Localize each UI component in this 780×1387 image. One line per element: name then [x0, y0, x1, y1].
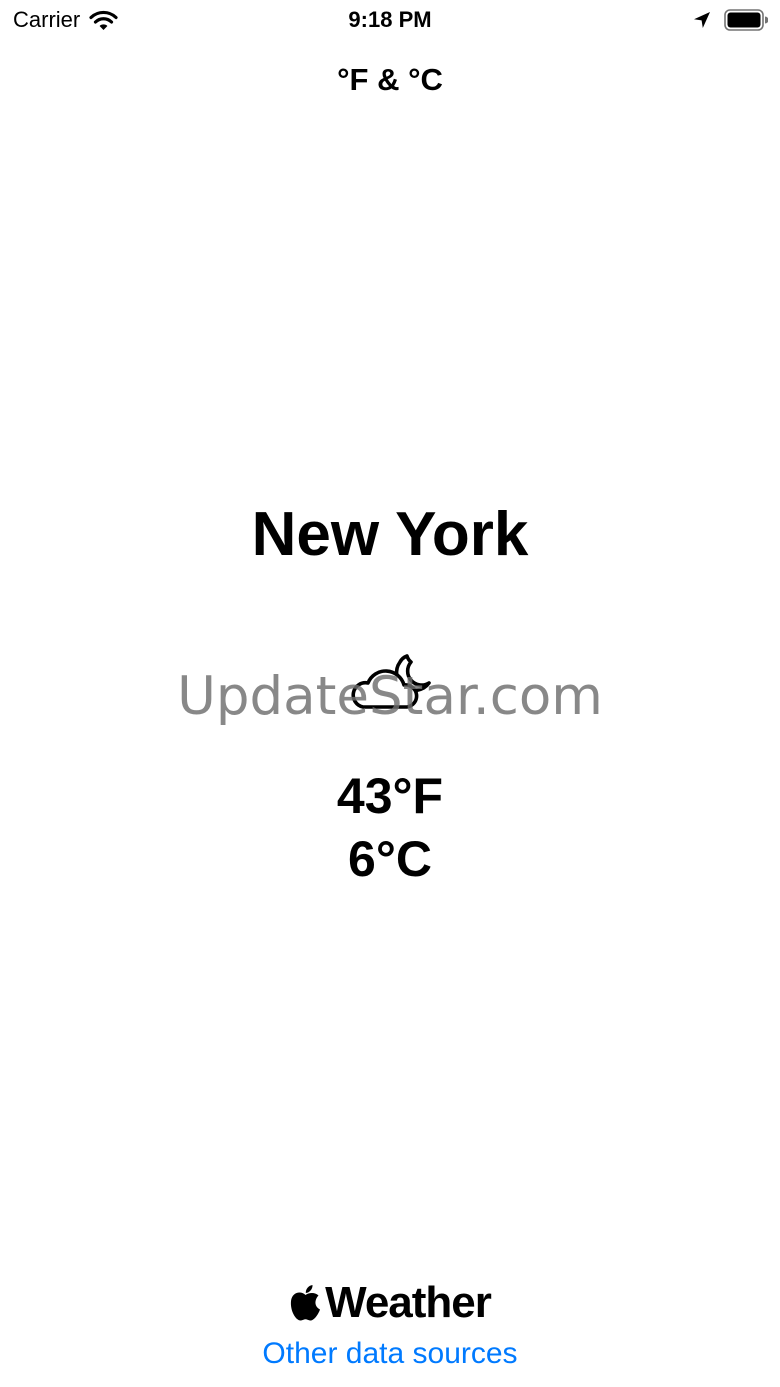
- apple-logo-icon: [290, 1285, 321, 1321]
- other-data-sources-link[interactable]: Other data sources: [230, 1335, 550, 1373]
- location-arrow-icon: [694, 12, 710, 28]
- temperature-celsius: 6°C: [348, 831, 432, 887]
- battery-full-icon: [724, 9, 768, 31]
- status-right-group: [693, 8, 768, 32]
- attribution-weather-text: Weather: [325, 1278, 492, 1327]
- unit-toggle-button[interactable]: °F & °C: [290, 60, 490, 100]
- status-clock: 9:18 PM: [348, 7, 432, 32]
- watermark-text: UpdateStar.com: [177, 666, 603, 727]
- city-name: New York: [251, 500, 529, 569]
- temperature-fahrenheit: 43°F: [336, 768, 444, 824]
- status-bar: Carrier 9:18 PM: [0, 0, 780, 40]
- weather-attribution: Weather: [0, 1278, 780, 1328]
